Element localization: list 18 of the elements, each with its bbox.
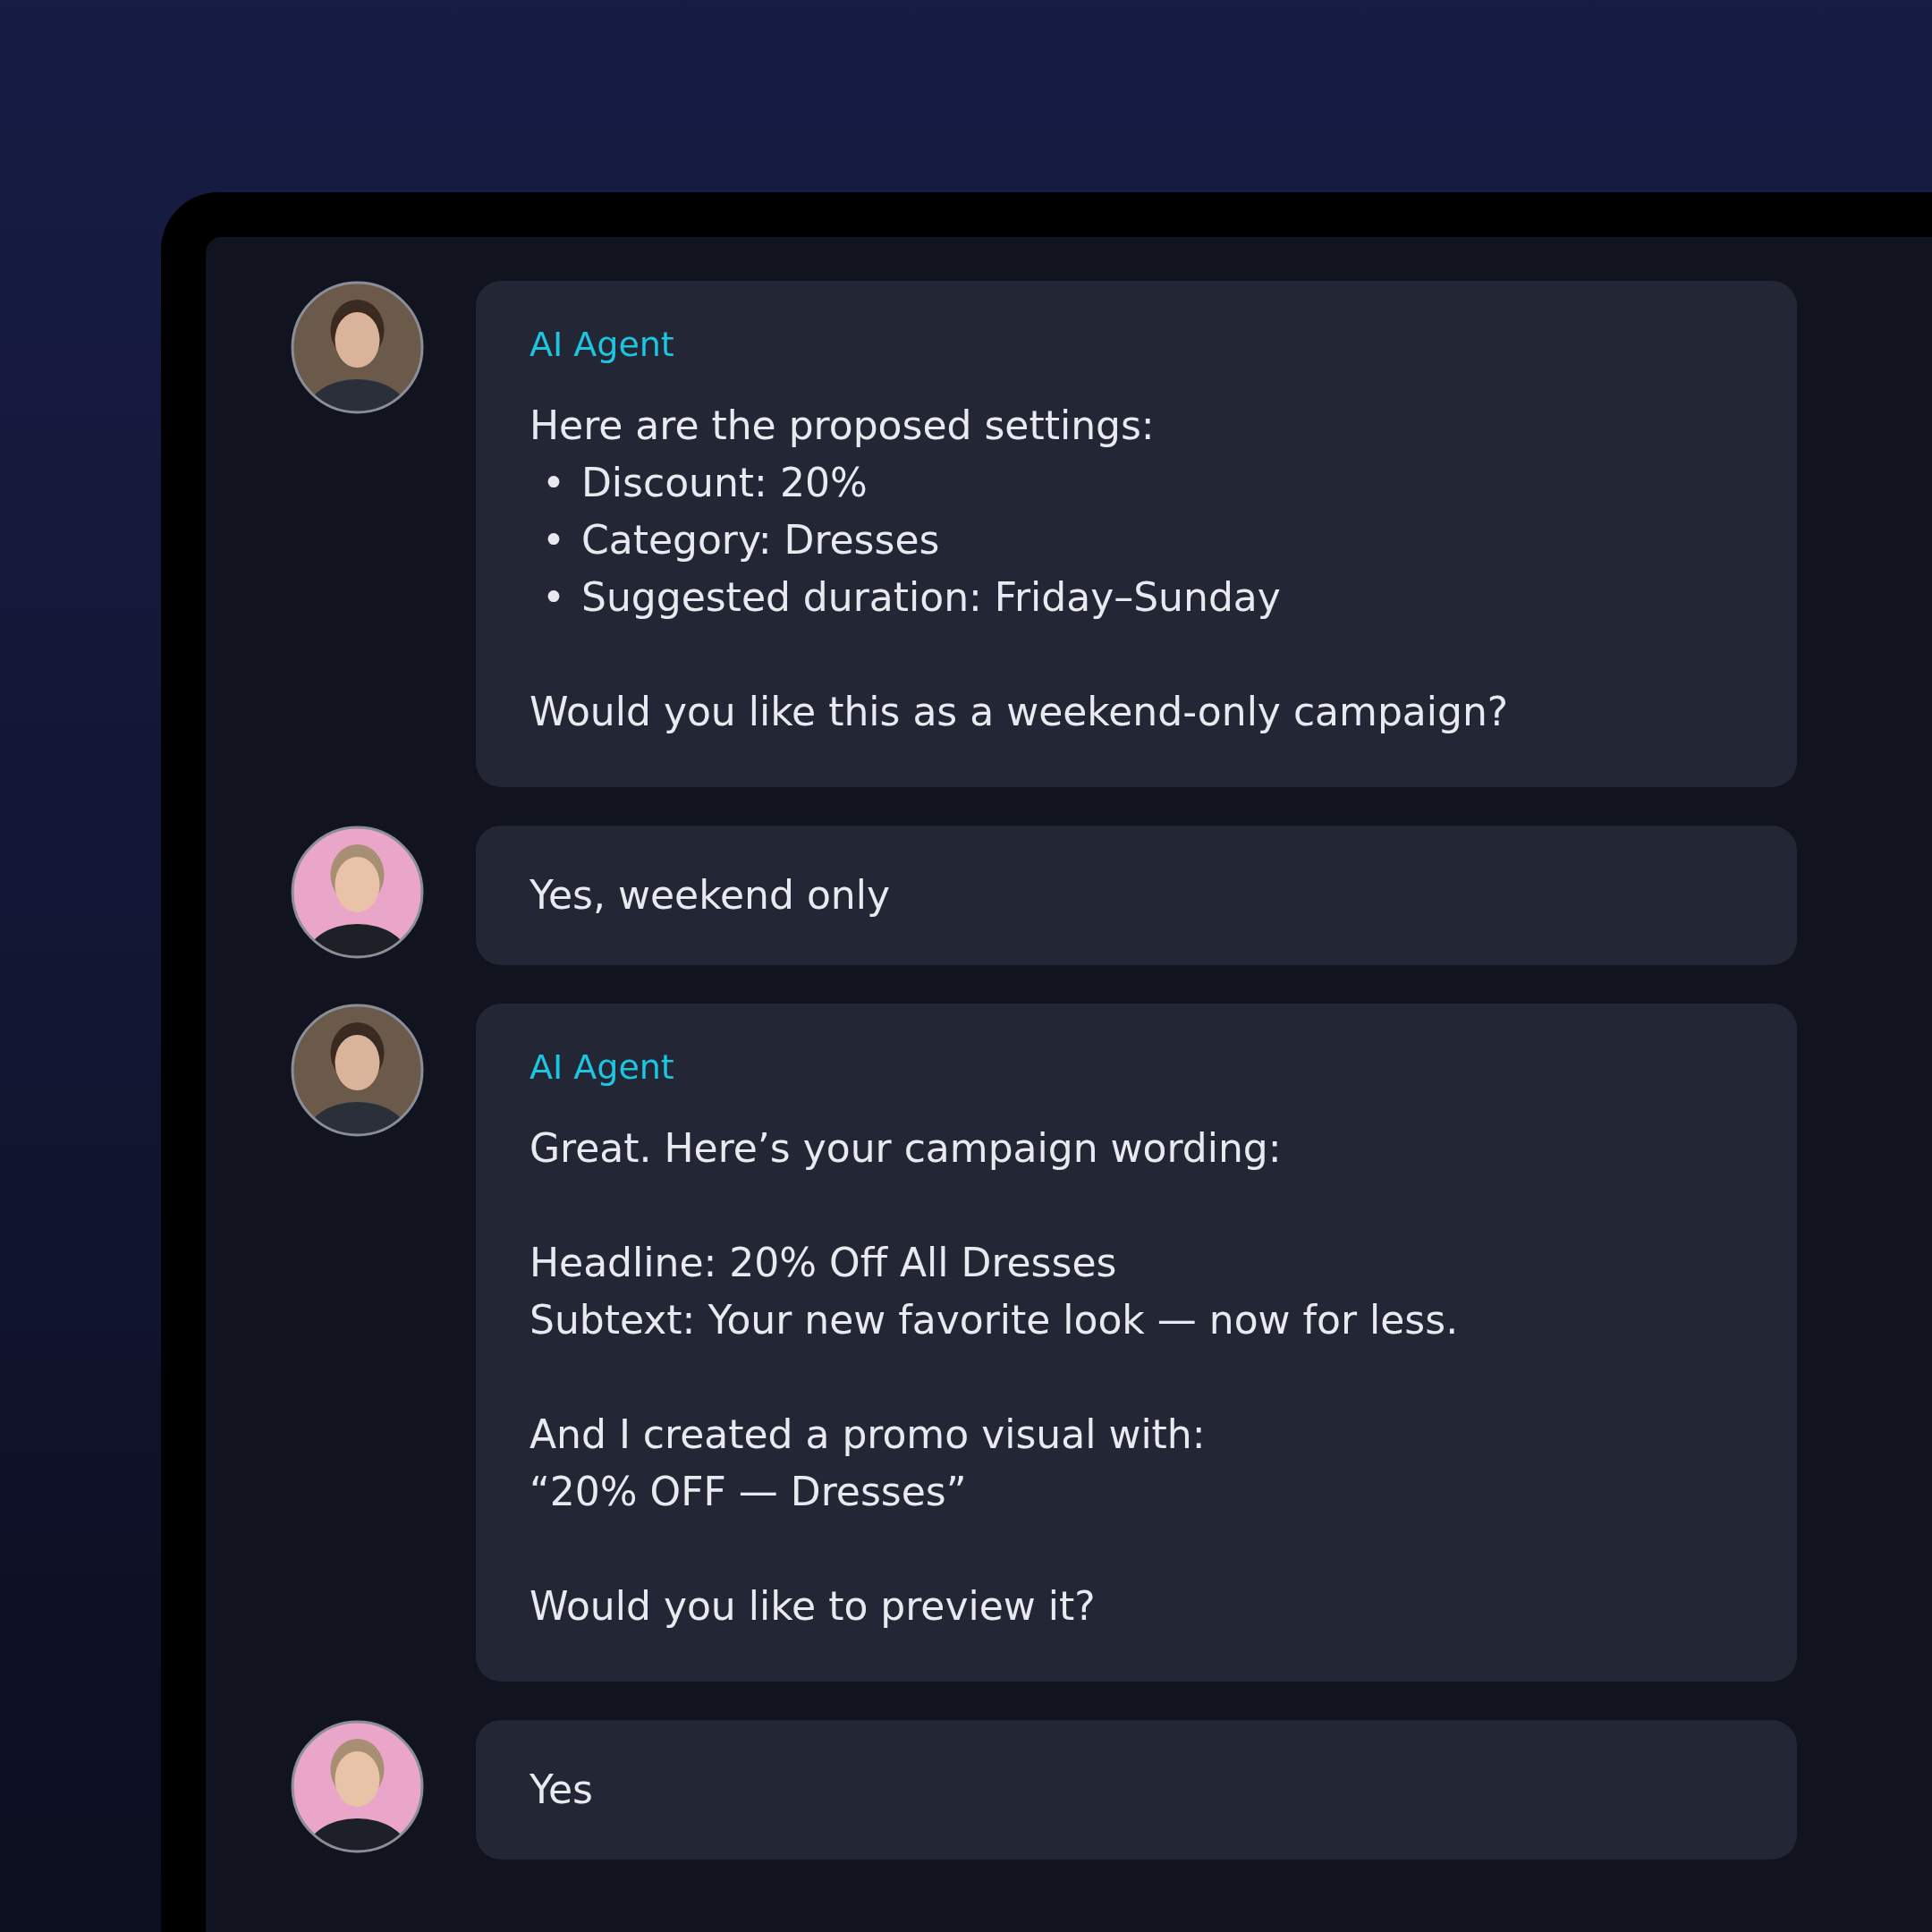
bullet-marker: • bbox=[542, 516, 565, 564]
message-text: Here are the proposed settings: bbox=[530, 402, 1155, 450]
message-text: Suggested duration: Friday–Sunday bbox=[580, 573, 1281, 622]
message-text: Category: Dresses bbox=[580, 516, 940, 564]
message-text: Headline: 20% Off All Dresses bbox=[530, 1239, 1117, 1287]
message-text: Would you like this as a weekend-only campaign? bbox=[530, 688, 1509, 736]
message-text: Discount: 20% bbox=[580, 459, 868, 507]
message-text: Yes bbox=[530, 1766, 594, 1814]
message-text: “20% OFF — Dresses” bbox=[530, 1468, 967, 1516]
sender-name: AI Agent bbox=[530, 1046, 675, 1089]
bullet-marker: • bbox=[542, 459, 565, 507]
bullet-marker: • bbox=[542, 573, 565, 622]
message-text: Great. Here’s your campaign wording: bbox=[530, 1124, 1282, 1173]
message-text: Yes, weekend only bbox=[530, 871, 890, 919]
message-text: And I created a promo visual with: bbox=[530, 1411, 1206, 1459]
message-text: Subtext: Your new favorite look — now for less. bbox=[530, 1296, 1459, 1344]
sender-name: AI Agent bbox=[530, 324, 675, 366]
message-text: Would you like to preview it? bbox=[530, 1582, 1096, 1631]
